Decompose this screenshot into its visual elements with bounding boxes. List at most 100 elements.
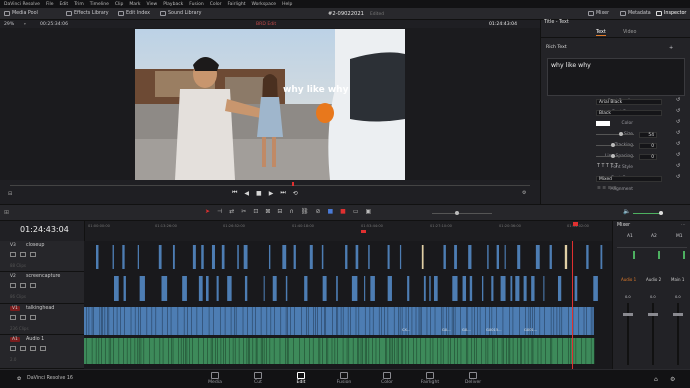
v3-clip[interactable] <box>96 245 99 269</box>
reset-icon[interactable]: ↺ <box>676 141 684 152</box>
v3-clip[interactable] <box>355 245 359 269</box>
page-fairlight[interactable]: Fairlight <box>410 372 450 385</box>
overwrite-clip-icon[interactable]: ⊠ <box>265 208 270 215</box>
tab-text[interactable]: Text <box>596 30 606 36</box>
v2-clip[interactable] <box>322 276 327 301</box>
reset-icon[interactable]: ↺ <box>676 174 684 185</box>
v3-clip[interactable] <box>443 245 446 269</box>
v3-clip[interactable] <box>368 245 370 269</box>
viewer-frame[interactable]: why like why <box>135 29 405 180</box>
menu-item-edit[interactable]: Edit <box>59 2 68 7</box>
v2-clip[interactable] <box>523 276 527 301</box>
page-fusion[interactable]: Fusion <box>324 372 364 385</box>
insert-clip-icon[interactable]: ⊡ <box>253 208 258 215</box>
stop-icon[interactable]: ■ <box>256 190 262 197</box>
auto-select-icon[interactable] <box>20 315 26 320</box>
v3-clip[interactable] <box>586 245 589 269</box>
v3-clip[interactable] <box>309 245 313 269</box>
v2-clip[interactable] <box>244 276 248 301</box>
trim-tool-icon[interactable]: ⊣ <box>217 208 222 215</box>
line-spacing-handle[interactable] <box>611 154 615 158</box>
lock-icon[interactable] <box>10 252 16 257</box>
auto-select-icon[interactable] <box>20 252 26 257</box>
v2-clip[interactable] <box>387 276 392 301</box>
v3-clip[interactable] <box>321 245 324 269</box>
font-case-select[interactable]: Mixed <box>596 175 662 182</box>
v3-clip[interactable] <box>158 245 162 269</box>
zoom-in-icon[interactable]: ▣ <box>366 208 372 215</box>
v2-clip[interactable] <box>469 276 473 301</box>
font-style-buttons[interactable]: T T T T T <box>597 164 618 169</box>
inspector-button[interactable]: Inspector <box>656 11 686 16</box>
marker-icon[interactable]: ■ <box>340 208 346 215</box>
timeline-zoom-slider[interactable] <box>432 213 492 214</box>
v2-clip[interactable] <box>227 276 232 301</box>
playhead-line[interactable] <box>572 241 573 369</box>
menu-item-help[interactable]: Help <box>282 2 292 7</box>
v2-clip[interactable] <box>481 276 484 301</box>
auto-select-icon[interactable] <box>20 283 26 288</box>
track-clips-area[interactable]: CX... GX... GX... GX015... GX01... <box>84 241 612 369</box>
linked-selection-icon[interactable]: ⛓ <box>301 208 309 215</box>
lock-icon[interactable] <box>10 283 16 288</box>
v2-clip[interactable] <box>263 276 265 301</box>
v2-clip[interactable] <box>433 276 438 301</box>
rich-text-input[interactable]: why like why <box>547 58 685 96</box>
v3-clip[interactable] <box>468 245 472 269</box>
v2-clip[interactable] <box>515 276 520 301</box>
scrub-playhead[interactable] <box>292 182 294 186</box>
reset-icon[interactable]: ↺ <box>676 108 684 119</box>
loop-icon[interactable]: ⟲ <box>293 190 298 197</box>
v2-clip[interactable] <box>161 276 168 301</box>
fader-handle-a1[interactable] <box>623 313 633 316</box>
fader-handle-m1[interactable] <box>673 313 683 316</box>
v3-clip[interactable] <box>387 245 390 269</box>
v2-clip[interactable] <box>423 276 426 301</box>
v3-clip[interactable] <box>137 245 139 269</box>
play-icon[interactable]: ▶ <box>269 190 274 197</box>
v2-clip[interactable] <box>531 276 535 301</box>
skip-end-icon[interactable]: ⏭ <box>280 189 285 197</box>
reverse-icon[interactable]: ◀ <box>244 190 249 197</box>
v3-clip[interactable] <box>504 245 506 269</box>
reset-icon[interactable]: ↺ <box>676 97 684 108</box>
v3-clip[interactable] <box>454 245 457 269</box>
v2-clip[interactable] <box>407 276 410 301</box>
v2-clip[interactable] <box>510 276 513 301</box>
sound-library-button[interactable]: Sound Library <box>160 11 201 16</box>
track-name[interactable]: talkinghead <box>26 306 54 311</box>
v3-clip[interactable] <box>268 245 271 269</box>
v3-clip[interactable] <box>600 245 603 269</box>
replace-clip-icon[interactable]: ⊟ <box>277 208 282 215</box>
selection-tool-icon[interactable]: ➤ <box>205 208 210 215</box>
v2-clip[interactable] <box>543 276 545 301</box>
reset-icon[interactable]: ↺ <box>676 152 684 163</box>
skip-start-icon[interactable]: ⏮ <box>232 189 237 197</box>
menu-item-view[interactable]: View <box>147 2 158 7</box>
media-pool-button[interactable]: Media Pool <box>4 11 38 16</box>
menu-item-fusion[interactable]: Fusion <box>189 2 203 7</box>
menu-item-playback[interactable]: Playback <box>163 2 183 7</box>
page-media[interactable]: Media <box>195 372 235 385</box>
size-input[interactable]: 54 <box>639 131 657 138</box>
v3-clip[interactable] <box>564 245 568 269</box>
v2-clip[interactable] <box>351 276 358 301</box>
v2-clip[interactable] <box>216 276 219 301</box>
home-icon[interactable]: ⌂ <box>654 376 658 383</box>
v2-clip[interactable] <box>272 276 277 301</box>
mixer-options-icon[interactable]: ⋯ <box>681 223 686 228</box>
position-lock-icon[interactable]: ⊘ <box>315 208 320 215</box>
v2-clip[interactable] <box>198 276 203 301</box>
v2-clip[interactable] <box>139 276 145 301</box>
flag-icon[interactable]: ■ <box>327 208 333 215</box>
effects-library-button[interactable]: Effects Library <box>66 11 109 16</box>
solo-icon[interactable] <box>30 346 36 351</box>
mixer-button[interactable]: Mixer <box>588 11 609 16</box>
v3-clip[interactable] <box>201 245 204 269</box>
blade-tool-icon[interactable]: ✂ <box>241 208 246 215</box>
menu-item-fairlight[interactable]: Fairlight <box>227 2 245 7</box>
menu-item-workspace[interactable]: Workspace <box>251 2 276 7</box>
v2-clip[interactable] <box>182 276 187 301</box>
zoom-level[interactable]: 29% <box>4 22 14 27</box>
v2-clip[interactable] <box>114 276 119 301</box>
